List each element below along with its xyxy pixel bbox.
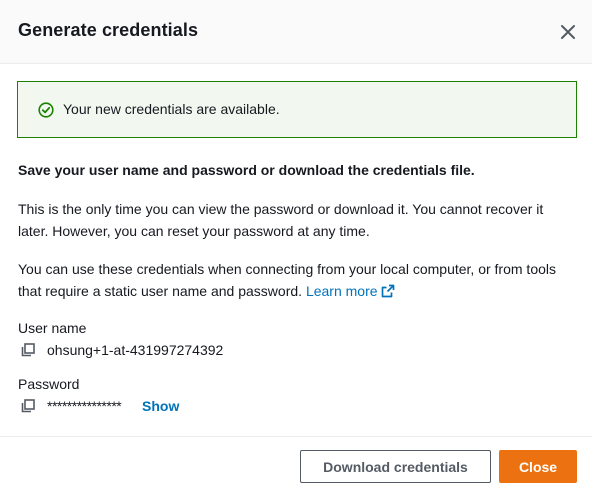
learn-more-label: Learn more — [305, 283, 378, 299]
download-credentials-button[interactable]: Download credentials — [300, 450, 491, 483]
footer-divider — [0, 436, 592, 437]
generate-credentials-modal: Generate credentials Your new credential… — [0, 0, 592, 493]
usage-text: You can use these credentials when conne… — [18, 261, 556, 299]
modal-header: Generate credentials — [0, 0, 592, 64]
instructions-heading: Save your user name and password or down… — [18, 162, 475, 178]
username-label: User name — [18, 320, 87, 336]
copy-password-icon[interactable] — [20, 398, 36, 414]
external-link-icon — [381, 284, 394, 298]
show-password-link[interactable]: Show — [142, 398, 179, 414]
usage-paragraph: You can use these credentials when conne… — [18, 258, 563, 302]
success-check-icon — [38, 102, 54, 118]
close-button[interactable]: Close — [499, 450, 577, 483]
success-alert: Your new credentials are available. — [17, 81, 577, 138]
copy-username-icon[interactable] — [20, 342, 36, 358]
recovery-paragraph: This is the only time you can view the p… — [18, 201, 544, 239]
password-masked-value: *************** — [47, 398, 122, 414]
alert-message: Your new credentials are available. — [63, 101, 280, 117]
password-label: Password — [18, 376, 80, 392]
modal-title: Generate credentials — [18, 20, 199, 40]
learn-more-link[interactable]: Learn more — [306, 283, 395, 299]
username-value: ohsung+1-at-431997274392 — [47, 342, 224, 358]
close-icon[interactable] — [558, 22, 578, 42]
